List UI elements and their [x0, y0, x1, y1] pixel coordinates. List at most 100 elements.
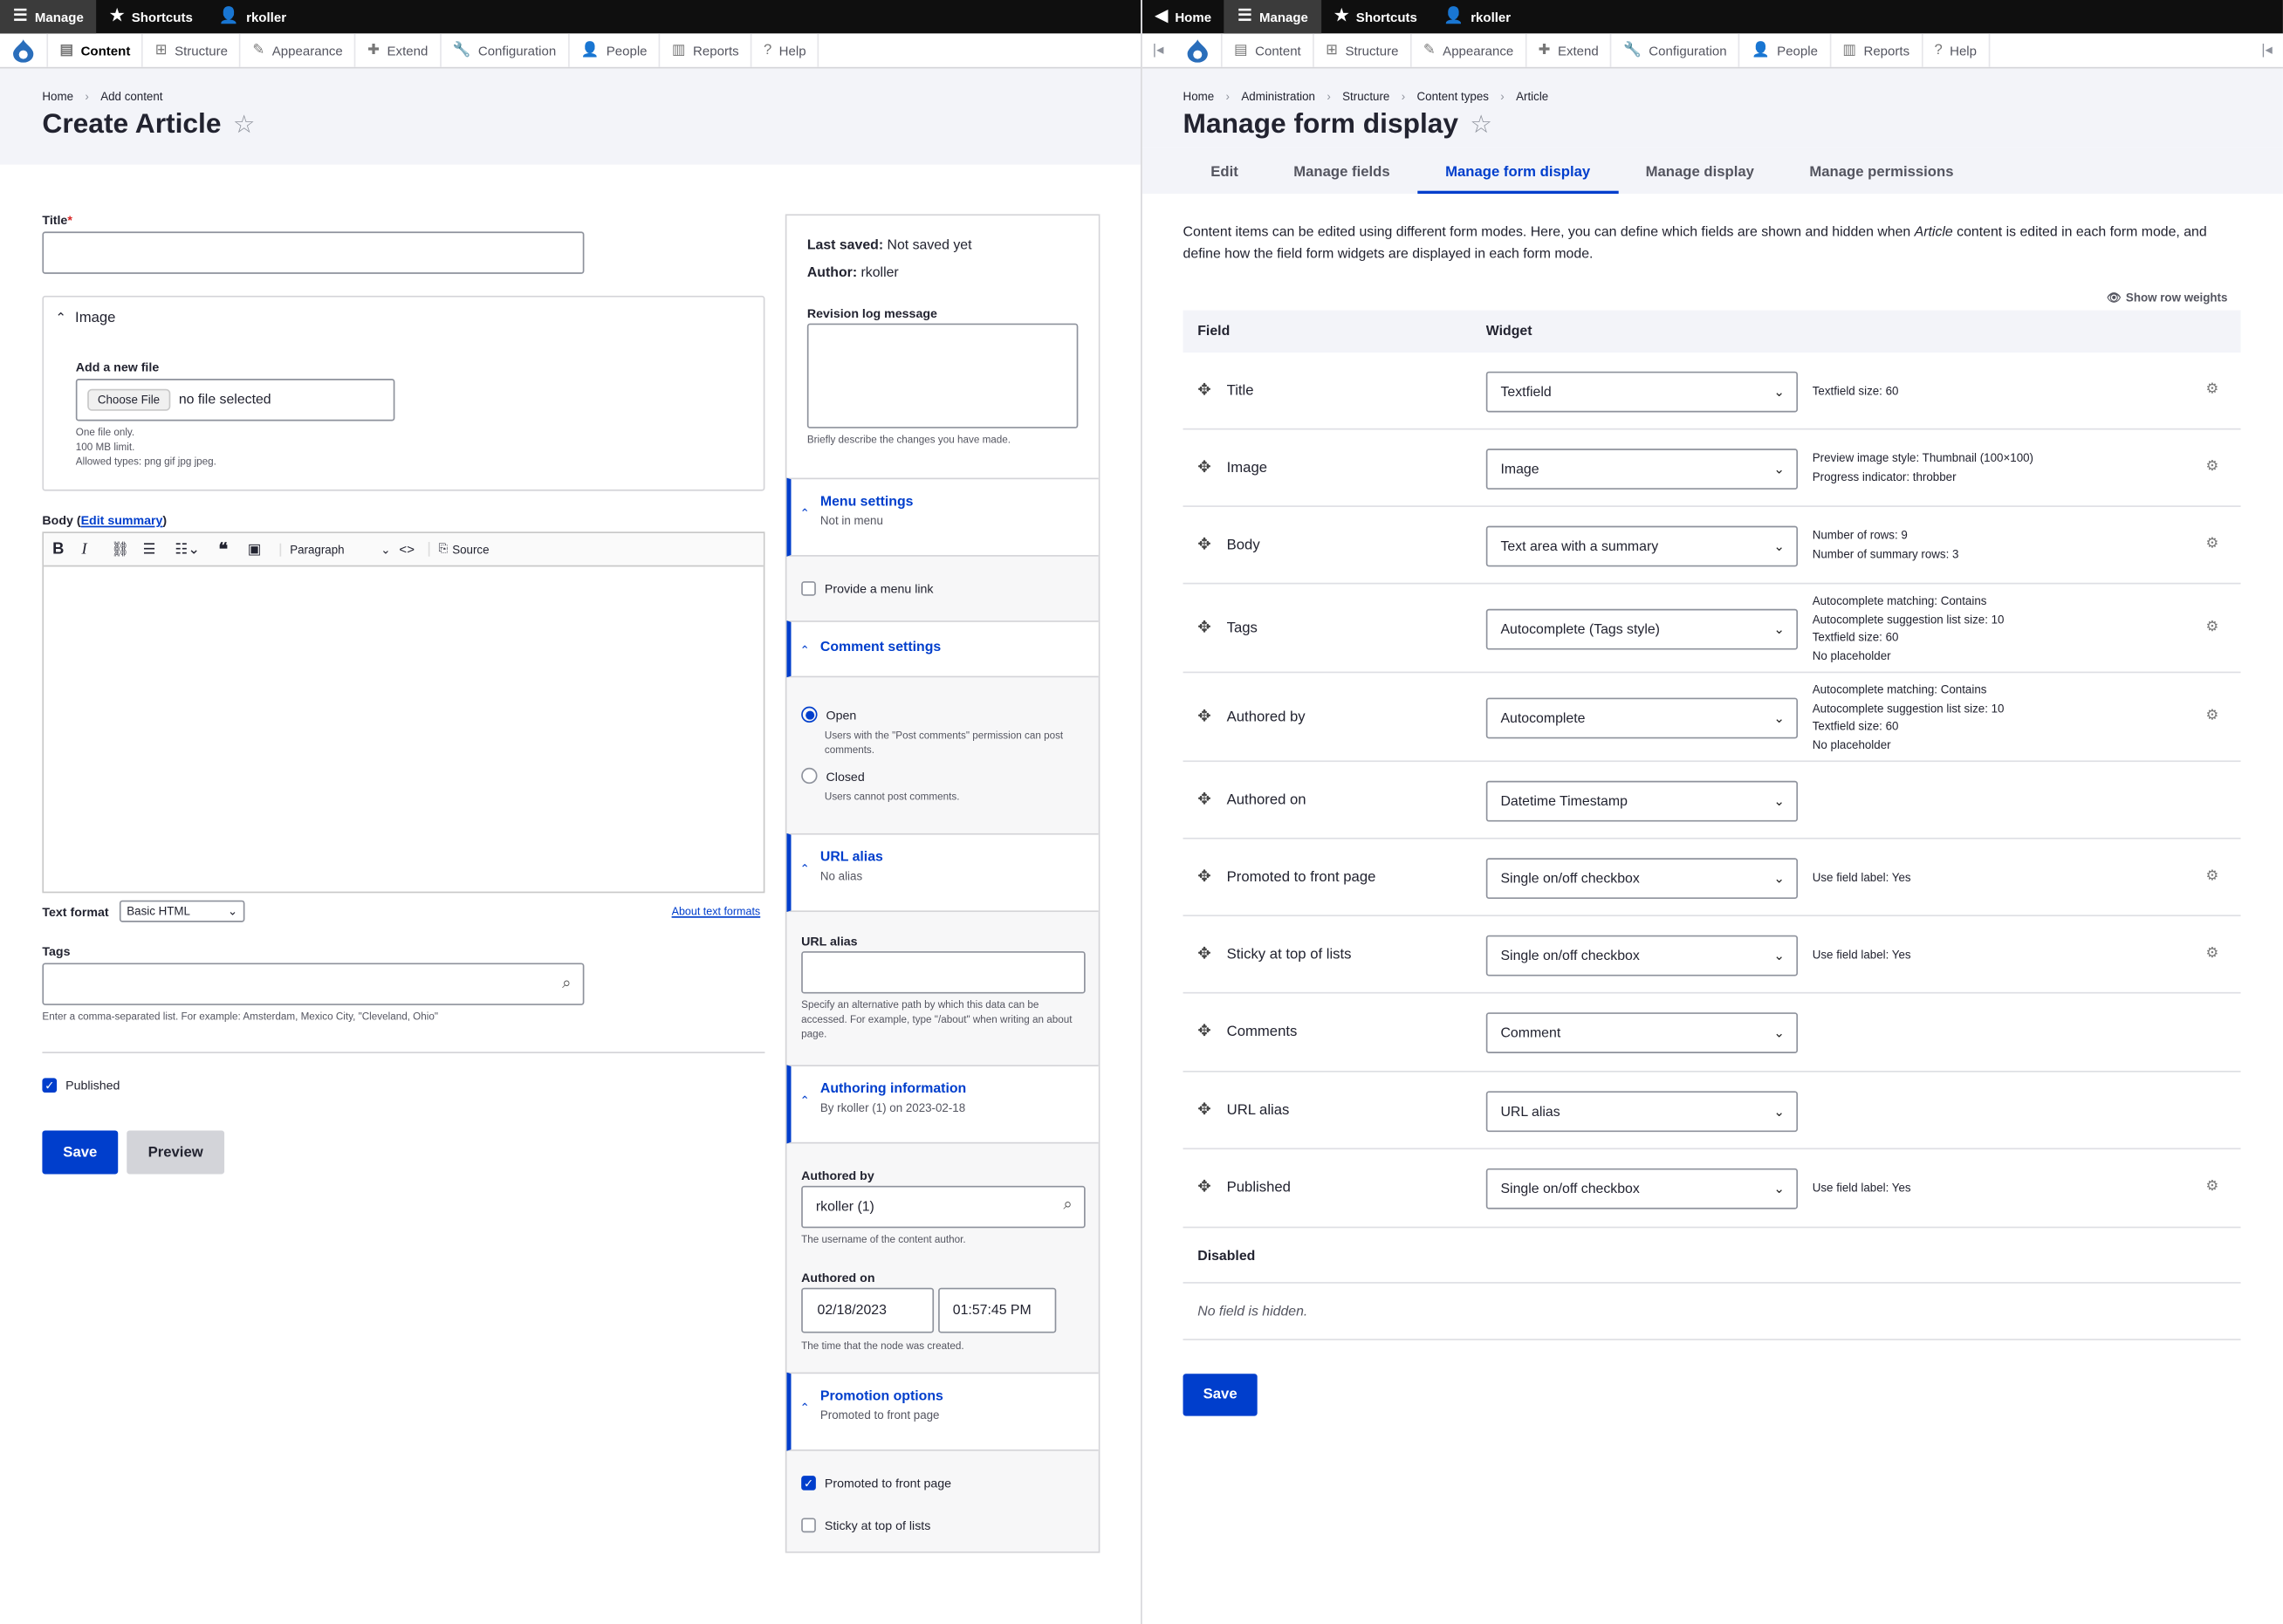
toolbar-structure[interactable]: ⊞ Structure	[1313, 33, 1410, 67]
gear-icon[interactable]: ⚙	[2205, 619, 2218, 634]
drag-handle-icon[interactable]: ✥	[1197, 867, 1210, 886]
save-button[interactable]: Save	[1183, 1374, 1258, 1416]
link-icon[interactable]: ⛓	[111, 541, 143, 557]
drag-handle-icon[interactable]: ✥	[1197, 457, 1210, 476]
title-input[interactable]	[42, 231, 585, 274]
published-checkbox[interactable]: ✓ Published	[42, 1078, 120, 1093]
toolbar-extend[interactable]: ✚ Extend	[354, 33, 440, 67]
tab-manage-display[interactable]: Manage display	[1618, 147, 1782, 194]
widget-select[interactable]: Single on/off checkbox ⌄	[1485, 1168, 1799, 1209]
drupal-logo-icon[interactable]	[1175, 33, 1221, 66]
widget-select[interactable]: Datetime Timestamp ⌄	[1485, 780, 1799, 822]
promoted-checkbox[interactable]: ✓ Promoted to front page	[801, 1476, 951, 1490]
save-button[interactable]: Save	[42, 1130, 119, 1175]
home-tab[interactable]: ◀ Home	[1142, 0, 1224, 33]
gear-icon[interactable]: ⚙	[2205, 1179, 2218, 1195]
about-text-formats-link[interactable]: About text formats	[672, 905, 761, 918]
gear-icon[interactable]: ⚙	[2205, 536, 2218, 552]
sticky-checkbox[interactable]: Sticky at top of lists	[801, 1518, 930, 1533]
toolbar-appearance[interactable]: ✎ Appearance	[239, 33, 354, 67]
drag-handle-icon[interactable]: ✥	[1197, 535, 1210, 553]
toolbar-people[interactable]: 👤 People	[1738, 33, 1829, 67]
show-row-weights-link[interactable]: 👁 Show row weights	[2107, 291, 2227, 305]
image-icon[interactable]: ▣	[248, 541, 280, 557]
source-button[interactable]: ⎘ Source	[428, 542, 490, 557]
toolbar-help[interactable]: ? Help	[1921, 33, 1991, 67]
drag-handle-icon[interactable]: ✥	[1197, 944, 1210, 963]
breadcrumb-home[interactable]: Home	[42, 91, 73, 104]
drag-handle-icon[interactable]: ✥	[1197, 1100, 1210, 1119]
comment-settings-summary[interactable]: ⌃ Comment settings	[786, 620, 1099, 678]
image-details-toggle[interactable]: ⌃ Image	[55, 311, 115, 326]
paragraph-dropdown[interactable]: Paragraph ⌄	[279, 542, 400, 556]
toolbar-content[interactable]: ▤ Content	[46, 33, 141, 67]
italic-icon[interactable]: I	[81, 540, 110, 558]
comment-closed-radio[interactable]: Closed	[801, 767, 865, 785]
promotion-options-summary[interactable]: ⌃ Promotion options Promoted to front page	[786, 1372, 1099, 1451]
authored-on-time-input[interactable]: 01:57:45 PM	[938, 1287, 1057, 1333]
toolbar-configuration[interactable]: 🔧 Configuration	[439, 33, 568, 67]
manage-tab[interactable]: ☰ Manage	[0, 0, 97, 34]
blockquote-icon[interactable]: ❝	[218, 539, 247, 559]
toolbar-structure[interactable]: ⊞ Structure	[141, 33, 240, 67]
breadcrumb-structure[interactable]: Structure	[1342, 91, 1389, 104]
manage-tab[interactable]: ☰ Manage	[1224, 0, 1321, 34]
star-icon[interactable]: ☆	[233, 111, 255, 140]
revision-log-textarea[interactable]	[806, 323, 1079, 428]
breadcrumb-article[interactable]: Article	[1516, 91, 1548, 104]
widget-select[interactable]: Autocomplete ⌄	[1485, 697, 1799, 739]
widget-select[interactable]: Autocomplete (Tags style) ⌄	[1485, 608, 1799, 650]
shortcuts-tab[interactable]: ★ Shortcuts	[97, 0, 206, 33]
tab-manage-fields[interactable]: Manage fields	[1266, 147, 1418, 194]
widget-select[interactable]: Single on/off checkbox ⌄	[1485, 935, 1799, 976]
collapse-icon[interactable]: |◂	[2251, 33, 2283, 66]
widget-select[interactable]: Image ⌄	[1485, 449, 1799, 490]
widget-select[interactable]: Textfield ⌄	[1485, 371, 1799, 413]
toolbar-appearance[interactable]: ✎ Appearance	[1409, 33, 1525, 67]
gear-icon[interactable]: ⚙	[2205, 708, 2218, 723]
drag-handle-icon[interactable]: ✥	[1197, 1021, 1210, 1040]
toolbar-configuration[interactable]: 🔧 Configuration	[1610, 33, 1738, 67]
authoring-information-summary[interactable]: ⌃ Authoring information By rkoller (1) on …	[786, 1065, 1099, 1144]
tab-edit[interactable]: Edit	[1183, 147, 1266, 194]
url-alias-summary[interactable]: ⌃ URL alias No alias	[786, 833, 1099, 913]
gear-icon[interactable]: ⚙	[2205, 868, 2218, 884]
drag-handle-icon[interactable]: ✥	[1197, 790, 1210, 808]
drag-handle-icon[interactable]: ✥	[1197, 1177, 1210, 1196]
breadcrumb-content-types[interactable]: Content types	[1417, 91, 1489, 104]
shortcuts-tab[interactable]: ★ Shortcuts	[1321, 0, 1430, 33]
authored-on-date-input[interactable]: 02/18/2023	[801, 1287, 935, 1333]
numbered-list-icon[interactable]: ☷⌄	[175, 541, 218, 557]
bulleted-list-icon[interactable]: ☰	[143, 541, 175, 557]
menu-settings-summary[interactable]: ⌃ Menu settings Not in menu	[786, 477, 1099, 557]
bold-icon[interactable]: B	[52, 540, 81, 558]
widget-select[interactable]: Comment ⌄	[1485, 1012, 1799, 1053]
drag-handle-icon[interactable]: ✥	[1197, 618, 1210, 636]
collapse-icon[interactable]: |◂	[1142, 33, 1175, 66]
toolbar-content[interactable]: ▤ Content	[1220, 33, 1313, 67]
file-input[interactable]: Choose File no file selected	[75, 379, 395, 421]
preview-button[interactable]: Preview	[127, 1130, 225, 1175]
widget-select[interactable]: Single on/off checkbox ⌄	[1485, 858, 1799, 900]
breadcrumb-add-content[interactable]: Add content	[100, 91, 162, 104]
edit-summary-link[interactable]: Edit summary	[81, 513, 163, 528]
tags-input[interactable]: ⌕	[42, 963, 585, 1005]
gear-icon[interactable]: ⚙	[2205, 459, 2218, 475]
user-tab[interactable]: 👤 rkoller	[206, 0, 299, 33]
user-tab[interactable]: 👤 rkoller	[1430, 0, 1524, 33]
drupal-logo-icon[interactable]	[0, 33, 46, 66]
text-format-select[interactable]: Basic HTML ⌄	[119, 900, 245, 922]
authored-by-input[interactable]: rkoller (1) ⌕	[801, 1185, 1086, 1229]
toolbar-reports[interactable]: ▥ Reports	[658, 33, 751, 67]
tab-manage-form-display[interactable]: Manage form display	[1417, 147, 1618, 195]
code-icon[interactable]: <>	[399, 542, 428, 557]
breadcrumb-administration[interactable]: Administration	[1241, 91, 1315, 104]
gear-icon[interactable]: ⚙	[2205, 945, 2218, 961]
comment-open-radio[interactable]: Open	[801, 706, 856, 723]
drag-handle-icon[interactable]: ✥	[1197, 707, 1210, 725]
widget-select[interactable]: URL alias ⌄	[1485, 1091, 1799, 1133]
breadcrumb-home[interactable]: Home	[1183, 91, 1215, 104]
menu-link-checkbox[interactable]: Provide a menu link	[801, 581, 934, 596]
tab-manage-permissions[interactable]: Manage permissions	[1782, 147, 1982, 194]
body-editing-area[interactable]	[44, 566, 764, 893]
